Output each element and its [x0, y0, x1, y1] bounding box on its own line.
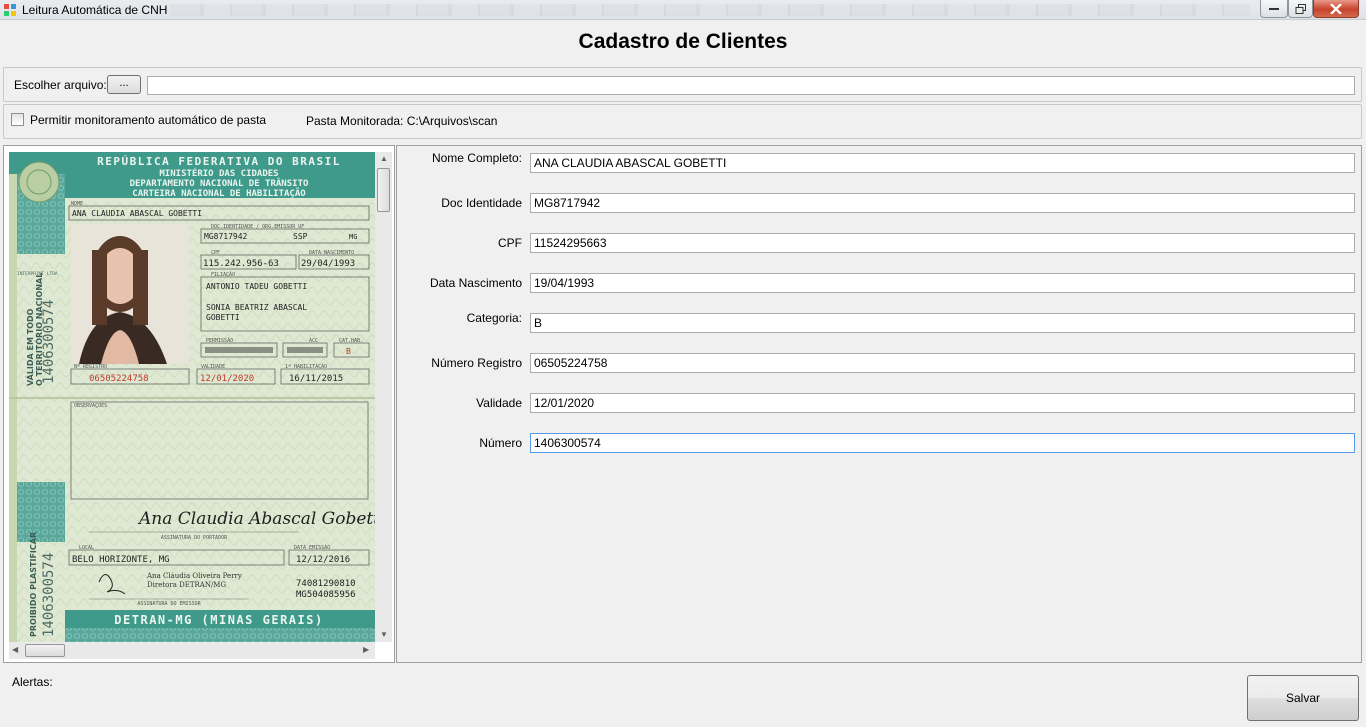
numero-registro-label: Número Registro	[431, 356, 522, 370]
cnh-side-text: VÁLIDA EM TODO	[24, 308, 35, 386]
cnh-hab: 16/11/2015	[289, 374, 343, 384]
image-vertical-scrollbar[interactable]: ▲ ▼	[375, 152, 392, 642]
cnh-doc-org: SSP	[293, 232, 308, 241]
data-nascimento-field[interactable]: 19/04/1993	[530, 273, 1355, 293]
cnh-header-line: REPÚBLICA FEDERATIVA DO BRASIL	[97, 155, 341, 168]
data-nascimento-label: Data Nascimento	[429, 276, 522, 290]
scroll-left-icon[interactable]: ◀	[12, 645, 18, 654]
cnh-document-image: REPÚBLICA FEDERATIVA DO BRASIL MINISTÉRI…	[9, 152, 375, 642]
categoria-field[interactable]: B	[530, 313, 1355, 333]
categoria-label: Categoria:	[466, 311, 522, 325]
cnh-doc: MG8717942	[204, 232, 248, 241]
app-icon	[4, 4, 16, 16]
monitored-folder-text: Pasta Monitorada: C:\Arquivos\scan	[306, 114, 498, 128]
cpf-label: CPF	[498, 236, 522, 250]
cnh-nome: ANA CLAUDIA ABASCAL GOBETTI	[72, 209, 202, 218]
image-horizontal-scrollbar[interactable]: ◀ ▶	[9, 642, 375, 659]
file-path-input[interactable]	[147, 76, 1355, 95]
cnh-filiacao-line: ANTONIO TADEU GOBETTI	[206, 282, 307, 291]
close-icon	[1330, 3, 1342, 14]
save-button[interactable]: Salvar	[1247, 675, 1359, 721]
cnh-side-text: O TERRITÓRIO NACIONAL	[33, 273, 44, 386]
cnh-registro: 06505224758	[89, 374, 149, 384]
cnh-diretor-cargo: Diretora DETRAN/MG	[147, 581, 226, 589]
cnh-cat: B	[346, 347, 351, 356]
cnh-diretor-nome: Ana Cláudia Oliveira Perry	[146, 572, 242, 580]
browse-button[interactable]: ...	[107, 75, 141, 94]
cnh-card: REPÚBLICA FEDERATIVA DO BRASIL MINISTÉRI…	[9, 152, 375, 642]
cnh-side-text: PROIBIDO PLASTIFICAR	[29, 532, 38, 637]
nome-label: Nome Completo:	[431, 151, 522, 165]
cnh-emissao: 12/12/2016	[296, 555, 350, 565]
scroll-up-icon[interactable]: ▲	[380, 154, 388, 163]
cnh-header-line: DEPARTAMENTO NACIONAL DE TRÂNSITO	[130, 177, 309, 189]
cnh-nasc: 29/04/1993	[301, 259, 355, 269]
numero-label: Número	[479, 436, 522, 450]
cnh-assinatura-label: ASSINATURA DO PORTADOR	[161, 535, 228, 541]
auto-monitor-label[interactable]: Permitir monitoramento automático de pas…	[30, 113, 266, 127]
cnh-header-line: MINISTÉRIO DAS CIDADES	[159, 167, 278, 179]
cnh-cpf: 115.242.956-63	[203, 259, 279, 269]
minimize-button[interactable]	[1260, 0, 1288, 18]
maximize-button[interactable]	[1288, 0, 1313, 18]
cnh-header-line: CARTEIRA NACIONAL DE HABILITAÇÃO	[132, 188, 306, 199]
cnh-footer: DETRAN-MG (MINAS GERAIS)	[114, 613, 323, 627]
titlebar-background	[170, 4, 1250, 16]
cnh-emissor-label: ASSINATURA DO EMISSOR	[137, 601, 201, 607]
close-button[interactable]	[1313, 0, 1359, 18]
numero-registro-field[interactable]: 06505224758	[530, 353, 1355, 373]
scroll-down-icon[interactable]: ▼	[380, 630, 388, 639]
cnh-filiacao-line: GOBETTI	[206, 313, 240, 322]
horizontal-scroll-thumb[interactable]	[25, 644, 65, 657]
cnh-validade: 12/01/2020	[200, 374, 254, 384]
scroll-right-icon[interactable]: ▶	[363, 645, 369, 654]
cnh-doc-uf: MG	[349, 233, 357, 241]
auto-monitor-checkbox[interactable]	[11, 113, 24, 126]
page-title: Cadastro de Clientes	[578, 30, 788, 53]
cnh-signature: Ana Claudia Abascal Gobetti	[137, 509, 375, 529]
window-title: Leitura Automática de CNH	[22, 3, 168, 17]
cnh-local: BELO HORIZONTE, MG	[72, 555, 170, 565]
vertical-scroll-thumb[interactable]	[377, 168, 390, 212]
cpf-field[interactable]: 11524295663	[530, 233, 1355, 253]
cnh-obs-label: OBSERVAÇÕES	[74, 402, 107, 409]
cnh-side-number: 1406300574	[41, 553, 57, 637]
file-chooser-label: Escolher arquivo:	[14, 78, 107, 92]
doc-identidade-field[interactable]: MG8717942	[530, 193, 1355, 213]
validade-label: Validade	[476, 396, 522, 410]
cnh-codigo: MG504085956	[296, 590, 356, 600]
minimize-icon	[1269, 7, 1279, 10]
alerts-label: Alertas:	[12, 675, 53, 689]
window-titlebar: Leitura Automática de CNH	[0, 0, 1366, 20]
numero-field[interactable]: 1406300574	[530, 433, 1355, 453]
doc-identidade-label: Doc Identidade	[441, 196, 522, 210]
restore-icon	[1295, 3, 1306, 14]
validade-field[interactable]: 12/01/2020	[530, 393, 1355, 413]
cnh-codigo: 74081290810	[296, 579, 356, 589]
cnh-filiacao-line: SONIA BEATRIZ ABASCAL	[206, 303, 307, 312]
nome-field[interactable]: ANA CLAUDIA ABASCAL GOBETTI	[530, 153, 1355, 173]
